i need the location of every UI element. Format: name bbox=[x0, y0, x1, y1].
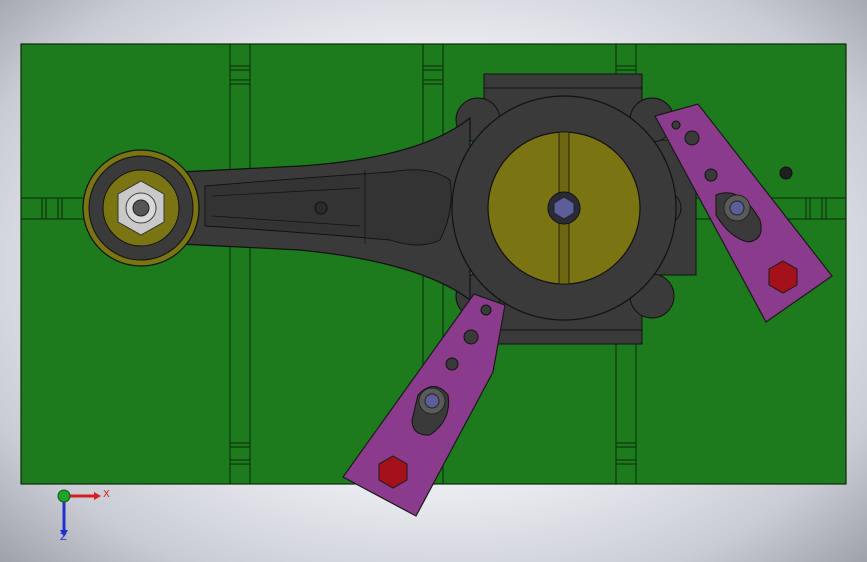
cad-viewport[interactable]: X Z bbox=[0, 0, 867, 562]
axis-triad[interactable]: X Z bbox=[57, 489, 110, 543]
x-axis-label: X bbox=[103, 489, 110, 500]
big-end-bearing[interactable] bbox=[487, 131, 641, 285]
z-axis-label: Z bbox=[60, 532, 67, 543]
small-end-bearing[interactable] bbox=[82, 149, 200, 267]
assembly-scene[interactable]: X Z bbox=[0, 0, 867, 562]
